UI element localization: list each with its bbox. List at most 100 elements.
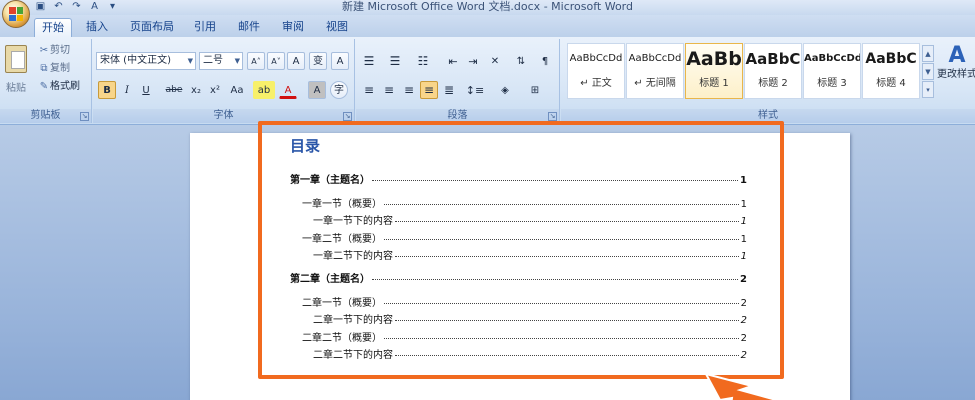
subscript-button[interactable]: x₂	[187, 81, 205, 99]
superscript-button[interactable]: x²	[206, 81, 224, 99]
tab-references[interactable]: 引用	[188, 18, 222, 37]
strikethrough-button[interactable]: abe	[163, 81, 185, 99]
font-size-value: 二号	[203, 55, 223, 66]
align-left-button[interactable]: ≡	[360, 81, 378, 99]
tab-home[interactable]: 开始	[34, 18, 72, 37]
change-styles-button[interactable]: A 更改样式	[937, 43, 975, 81]
paste-button[interactable]: 粘贴	[3, 43, 29, 101]
tab-page-layout[interactable]: 页面布局	[124, 18, 180, 37]
font-size-select[interactable]: 二号 ▼	[199, 52, 243, 70]
distributed-button[interactable]: ≣	[440, 81, 458, 99]
more-icon[interactable]: ▾	[922, 81, 934, 98]
sort-button[interactable]: ⇅	[512, 52, 530, 70]
chevron-down-icon[interactable]: ▼	[922, 63, 934, 80]
copy-label: 复制	[50, 63, 70, 74]
align-center-icon: ≡	[383, 83, 395, 97]
tab-view[interactable]: 视图	[320, 18, 354, 37]
distributed-icon: ≣	[443, 83, 455, 97]
multilevel-list-button[interactable]: ☷	[414, 52, 432, 70]
clipboard-group-label: 剪贴板	[0, 109, 91, 123]
paragraph-group: ☰ ☰ ☷ ⇤ ⇥ ✕ ⇅ ¶ ≡ ≡ ≡ ≡ ≣ ↕≡ ◈ ⊞ 段落 ↘	[356, 39, 560, 123]
ribbon: 粘贴 ✂ 剪切 ⧉ 复制 ✎ 格式刷 剪贴板 ↘ 宋体 (中文正文) ▼ 二号 ▼ A˄ …	[0, 37, 975, 125]
decrease-indent-button[interactable]: ⇤	[444, 52, 462, 70]
font-color-button[interactable]: A	[279, 81, 297, 99]
line-spacing-icon: ↕≡	[465, 84, 485, 97]
font-name-select[interactable]: 宋体 (中文正文) ▼	[96, 52, 196, 70]
highlight-button[interactable]: ab	[253, 81, 275, 99]
shading-button[interactable]: ◈	[492, 81, 518, 99]
change-case-button[interactable]: Aa	[226, 81, 248, 99]
style-heading-1[interactable]: AaBb 标题 1	[685, 43, 743, 99]
bold-button[interactable]: B	[98, 81, 116, 99]
align-center-button[interactable]: ≡	[380, 81, 398, 99]
style-heading-3[interactable]: AaBbCcDd 标题 3	[803, 43, 861, 99]
chinese-layout-button[interactable]: ✕	[486, 52, 504, 70]
sort-icon: ⇅	[516, 56, 526, 67]
format-painter-label: 格式刷	[50, 81, 80, 92]
shrink-font-button[interactable]: A˅	[267, 52, 285, 70]
undo-icon[interactable]: ↶	[52, 1, 65, 13]
style-heading-2[interactable]: AaBbC 标题 2	[744, 43, 802, 99]
style-normal[interactable]: AaBbCcDd ↵ 正文	[567, 43, 625, 99]
decrease-indent-icon: ⇤	[448, 55, 458, 68]
style-name: 标题 4	[876, 78, 906, 89]
increase-indent-button[interactable]: ⇥	[464, 52, 482, 70]
paint-bucket-icon: ◈	[501, 85, 509, 96]
character-shading-button[interactable]: A	[308, 81, 326, 99]
font-name-value: 宋体 (中文正文)	[100, 55, 171, 66]
copy-icon: ⧉	[40, 63, 48, 74]
format-painter-button[interactable]: ✎ 格式刷	[38, 80, 80, 94]
enclose-characters-button[interactable]: 字	[330, 81, 348, 99]
tab-mailings[interactable]: 邮件	[232, 18, 266, 37]
underline-button[interactable]: U	[137, 81, 155, 99]
office-button[interactable]	[2, 0, 30, 28]
save-icon[interactable]: ▣	[34, 1, 47, 13]
clipboard-group: 粘贴 ✂ 剪切 ⧉ 复制 ✎ 格式刷 剪贴板 ↘	[0, 39, 92, 123]
font-group: 宋体 (中文正文) ▼ 二号 ▼ A˄ A˅ A 变 A B I U abe x₂ …	[93, 39, 355, 123]
copy-button[interactable]: ⧉ 复制	[38, 62, 70, 76]
italic-button[interactable]: I	[118, 81, 136, 99]
chevron-down-icon: ▼	[187, 57, 193, 65]
ribbon-tabs: 开始 插入 页面布局 引用 邮件 审阅 视图	[0, 15, 975, 37]
justify-icon: ≡	[423, 83, 435, 97]
tab-insert[interactable]: 插入	[80, 18, 114, 37]
borders-button[interactable]: ⊞	[522, 81, 548, 99]
align-right-button[interactable]: ≡	[400, 81, 418, 99]
style-gallery-scroll[interactable]: ▲ ▼ ▾	[922, 45, 934, 99]
align-right-icon: ≡	[403, 83, 415, 97]
title-bar: 新建 Microsoft Office Word 文档.docx - Micro…	[0, 0, 975, 15]
change-styles-label: 更改样式	[937, 69, 975, 80]
font-launcher-icon[interactable]: ↘	[343, 112, 352, 121]
show-marks-button[interactable]: ¶	[536, 52, 554, 70]
clipboard-launcher-icon[interactable]: ↘	[80, 112, 89, 121]
chevron-up-icon[interactable]: ▲	[922, 45, 934, 62]
clear-format-button[interactable]: A	[287, 52, 305, 70]
quick-access-toolbar: ▣ ↶ ↷ A ▾	[34, 0, 119, 14]
change-styles-icon: A	[948, 43, 966, 68]
tab-review[interactable]: 审阅	[276, 18, 310, 37]
bullets-button[interactable]: ☰	[360, 52, 378, 70]
annotation-arrow-icon	[704, 372, 781, 400]
cut-button[interactable]: ✂ 剪切	[38, 44, 70, 58]
bullets-icon: ☰	[363, 54, 375, 68]
numbering-button[interactable]: ☰	[386, 52, 404, 70]
justify-button[interactable]: ≡	[420, 81, 438, 99]
pilcrow-icon: ¶	[541, 56, 549, 67]
styles-group: AaBbCcDd ↵ 正文 AaBbCcDd ↵ 无间隔 AaBb 标题 1 A…	[561, 39, 975, 123]
window-title: 新建 Microsoft Office Word 文档.docx - Micro…	[342, 0, 633, 13]
increase-indent-icon: ⇥	[468, 55, 478, 68]
paste-icon	[5, 45, 27, 73]
grow-font-button[interactable]: A˄	[247, 52, 265, 70]
phonetic-guide-button[interactable]: 变	[309, 52, 327, 70]
redo-icon[interactable]: ↷	[70, 1, 83, 13]
chevron-down-icon: ▼	[234, 57, 240, 65]
paragraph-launcher-icon[interactable]: ↘	[548, 112, 557, 121]
line-spacing-button[interactable]: ↕≡	[462, 81, 488, 99]
style-no-spacing[interactable]: AaBbCcDd ↵ 无间隔	[626, 43, 684, 99]
spelling-icon[interactable]: A	[88, 1, 101, 13]
character-border-button[interactable]: A	[331, 52, 349, 70]
office-logo-icon	[9, 7, 23, 21]
style-heading-4[interactable]: AaBbC 标题 4	[862, 43, 920, 99]
style-name: ↵ 正文	[580, 78, 612, 89]
customize-icon[interactable]: ▾	[106, 1, 119, 13]
